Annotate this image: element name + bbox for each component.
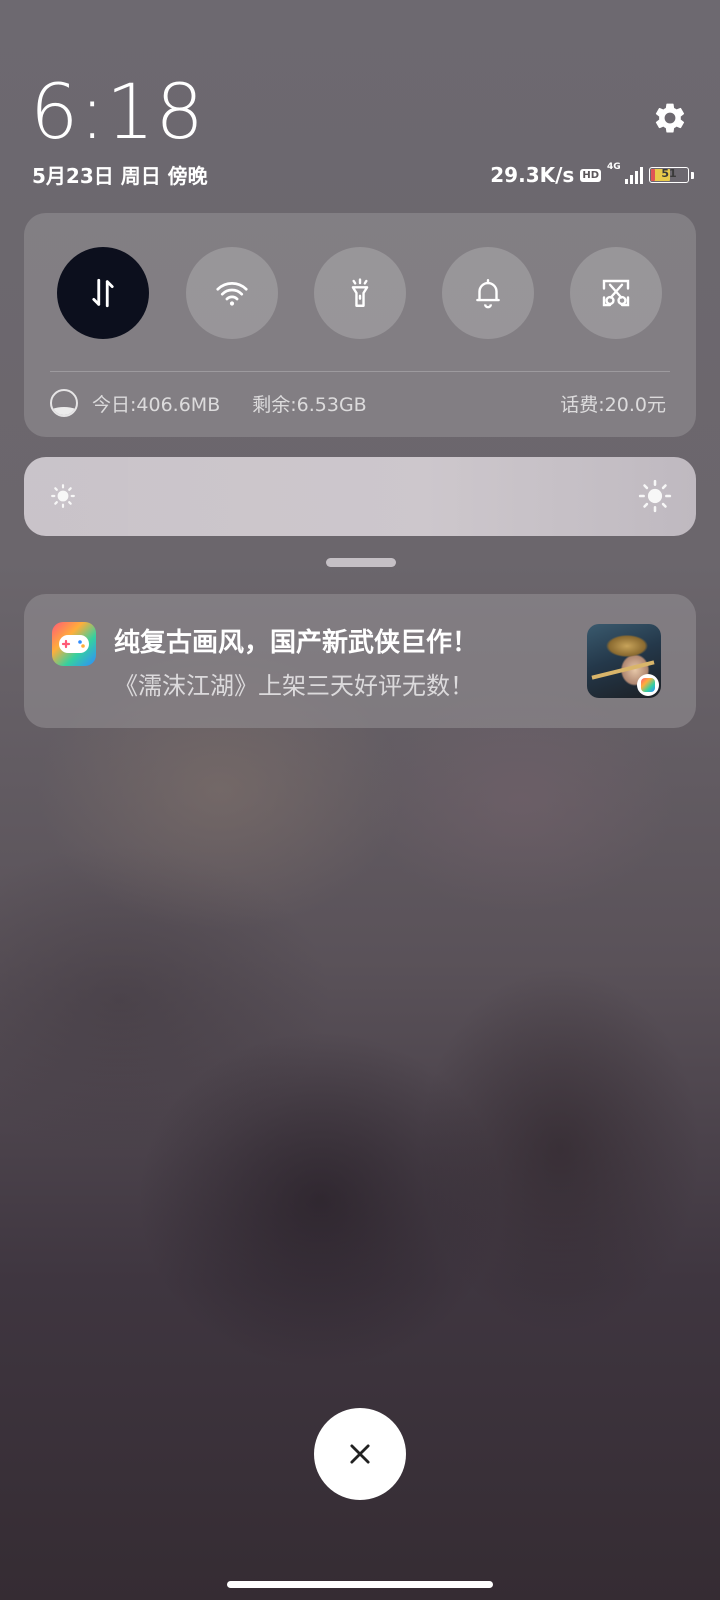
sun-large-icon <box>638 479 672 517</box>
data-usage-icon <box>50 389 78 417</box>
signal-icon: 4G <box>607 162 643 184</box>
flashlight-icon <box>351 278 369 307</box>
toggle-mobile-data[interactable] <box>57 247 149 339</box>
date-text: 5月23日 周日 傍晚 <box>32 164 208 188</box>
battery-icon: 51 <box>649 167 689 183</box>
brightness-slider[interactable] <box>24 457 696 536</box>
quick-settings-panel: 今日:406.6MB 剩余:6.53GB 话费:20.0元 <box>24 213 696 437</box>
scissors-icon <box>602 279 630 307</box>
hd-badge: HD <box>580 168 601 182</box>
data-today: 今日:406.6MB <box>92 393 221 416</box>
bell-icon <box>476 279 500 309</box>
data-transfer-icon <box>92 278 114 308</box>
battery-tip <box>691 171 694 179</box>
close-button[interactable] <box>314 1408 406 1500</box>
game-center-icon <box>52 622 96 666</box>
toggle-screenshot[interactable] <box>570 247 662 339</box>
home-indicator[interactable] <box>227 1581 493 1588</box>
phone-balance: 话费:20.0元 <box>560 393 666 416</box>
notification-thumbnail <box>587 624 661 698</box>
network-type: 4G <box>607 162 621 172</box>
data-remaining: 剩余:6.53GB <box>252 393 367 416</box>
battery-level: 51 <box>661 167 677 180</box>
network-speed: 29.3K/s <box>490 163 575 187</box>
notification-card[interactable]: 纯复古画风，国产新武侠巨作！ 《濡沫江湖》上架三天好评无数！ <box>24 594 696 728</box>
wifi-icon <box>216 282 248 306</box>
toggle-sound[interactable] <box>442 247 534 339</box>
toggle-wifi[interactable] <box>186 247 278 339</box>
close-icon <box>350 1444 370 1464</box>
sun-small-icon <box>50 483 76 513</box>
expand-handle[interactable] <box>326 558 396 567</box>
data-usage-row[interactable]: 今日:406.6MB 剩余:6.53GB 话费:20.0元 <box>50 388 666 418</box>
toggle-flashlight[interactable] <box>314 247 406 339</box>
notification-body: 《濡沫江湖》上架三天好评无数！ <box>114 672 474 700</box>
divider <box>50 371 670 372</box>
gear-icon <box>655 103 685 133</box>
status-bar-right: 29.3K/s HD 4G 51 <box>490 160 694 190</box>
game-center-badge-icon <box>637 674 659 696</box>
settings-button[interactable] <box>648 96 692 140</box>
notification-title: 纯复古画风，国产新武侠巨作！ <box>114 628 479 658</box>
clock-time: 6:18 <box>30 67 205 156</box>
